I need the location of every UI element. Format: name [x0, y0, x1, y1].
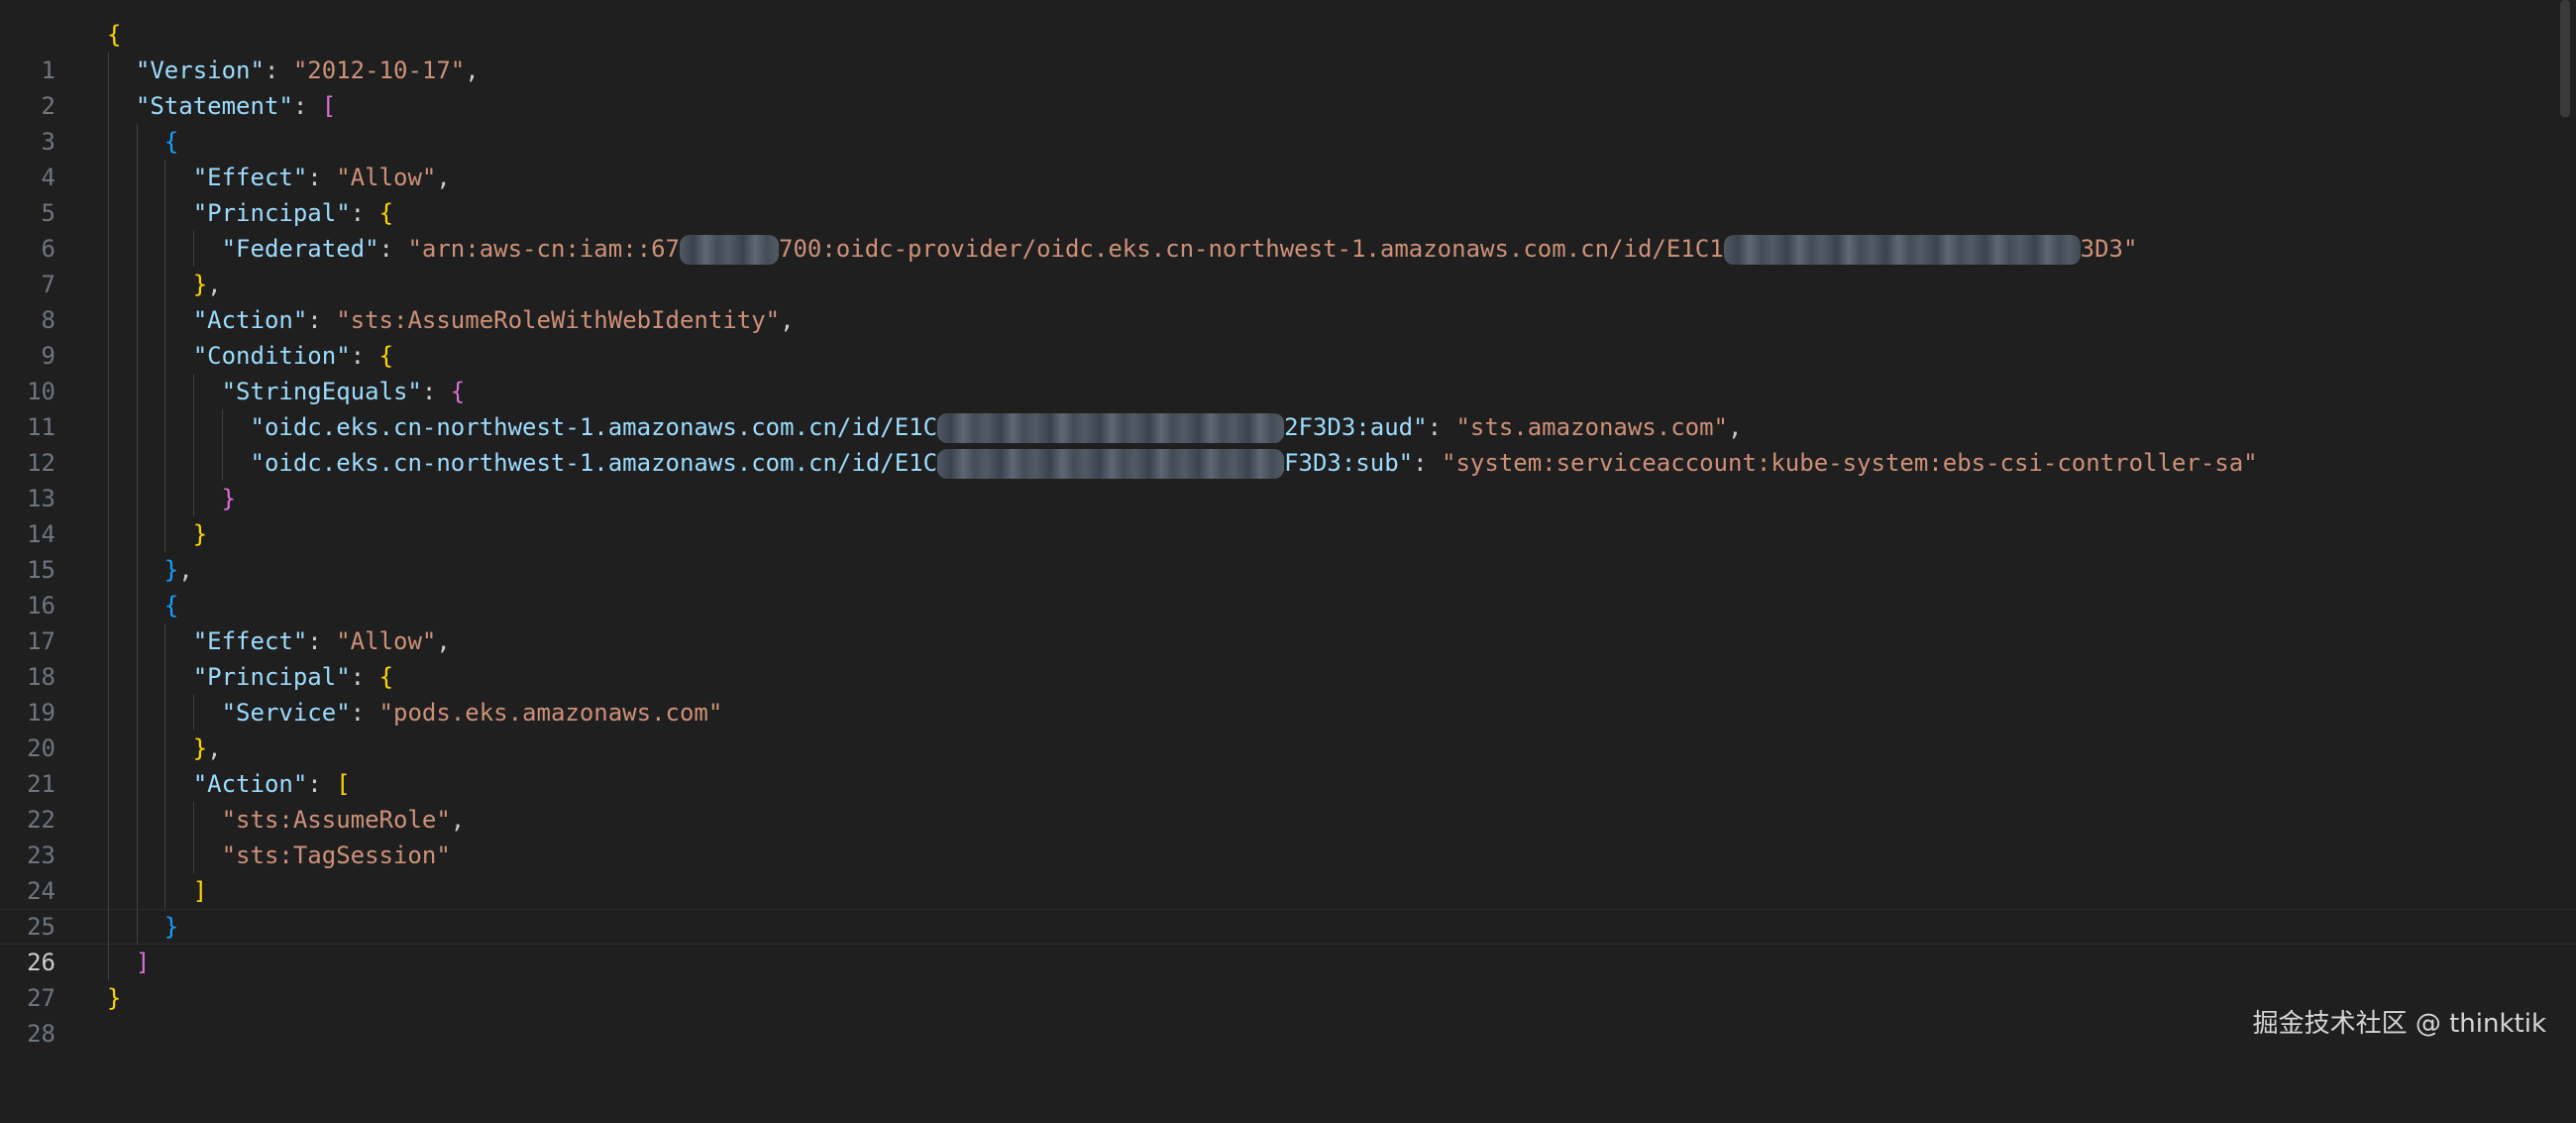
brace: {	[107, 21, 122, 49]
code-line-current[interactable]: 26 }	[0, 909, 2576, 976]
code-line[interactable]: 16 },	[0, 552, 2576, 619]
code-line[interactable]: 19 "Principal": {	[0, 659, 2576, 727]
brace: }	[163, 556, 179, 584]
bracket: [	[321, 92, 337, 120]
redacted-oidc-id	[1723, 235, 2081, 265]
brace: {	[163, 592, 179, 619]
json-key: "Condition"	[192, 342, 351, 370]
json-string: "Allow"	[336, 627, 437, 655]
code-line[interactable]: 23 "sts:AssumeRole",	[0, 802, 2576, 869]
code-line[interactable]: 3 "Statement": [	[0, 88, 2576, 156]
json-key: "Effect"	[192, 164, 308, 191]
json-key: "Action"	[192, 770, 308, 798]
json-string: "sts.amazonaws.com"	[1455, 413, 1729, 441]
code-line[interactable]: 15 }	[0, 516, 2576, 584]
code-line[interactable]: 24 "sts:TagSession"	[0, 838, 2576, 905]
json-key: "Effect"	[192, 627, 308, 655]
json-string: "pods.eks.amazonaws.com"	[378, 699, 723, 727]
brace: }	[107, 984, 122, 1012]
vertical-scrollbar[interactable]	[2560, 0, 2570, 117]
code-line[interactable]: 4 {	[0, 124, 2576, 191]
json-string: 3D3"	[2080, 235, 2138, 263]
json-key: 2F3D3:aud"	[1284, 413, 1428, 441]
brace: {	[163, 128, 179, 156]
json-key: "oidc.eks.cn-northwest-1.amazonaws.com.c…	[250, 449, 938, 477]
json-key: "Action"	[192, 306, 308, 334]
code-line[interactable]: 10 "Condition": {	[0, 338, 2576, 405]
redacted-oidc-id	[937, 449, 1285, 479]
brace: }	[221, 485, 237, 512]
code-line[interactable]: 25 ]	[0, 873, 2576, 941]
brace: {	[378, 199, 394, 227]
json-key: "oidc.eks.cn-northwest-1.amazonaws.com.c…	[250, 413, 938, 441]
json-string: "Allow"	[336, 164, 437, 191]
code-line[interactable]: 9 "Action": "sts:AssumeRoleWithWebIdenti…	[0, 302, 2576, 370]
brace: {	[378, 342, 394, 370]
redacted-account-id	[680, 235, 779, 265]
code-line[interactable]: 20 "Service": "pods.eks.amazonaws.com"	[0, 695, 2576, 762]
code-line[interactable]: 7 "Federated": "arn:aws-cn:iam::67 700:oi…	[0, 231, 2576, 298]
json-string: "2012-10-17"	[292, 56, 466, 84]
json-key: "Federated"	[221, 235, 379, 263]
code-line[interactable]: 1 {	[0, 17, 2576, 84]
code-line[interactable]: 2 "Version": "2012-10-17",	[0, 53, 2576, 120]
code-line[interactable]: 13 "oidc.eks.cn-northwest-1.amazonaws.co…	[0, 445, 2576, 512]
code-line[interactable]: 18 "Effect": "Allow",	[0, 623, 2576, 691]
code-line[interactable]: 12 "oidc.eks.cn-northwest-1.amazonaws.co…	[0, 409, 2576, 477]
json-string: "system:serviceaccount:kube-system:ebs-c…	[1442, 449, 2258, 477]
bracket: [	[336, 770, 351, 798]
json-string: "sts:TagSession"	[221, 842, 451, 869]
code-line[interactable]: 14 }	[0, 481, 2576, 548]
json-key: "Version"	[135, 56, 265, 84]
json-key: "Principal"	[192, 663, 351, 691]
code-line[interactable]: 17 {	[0, 588, 2576, 655]
json-key: "StringEquals"	[221, 378, 422, 405]
watermark: 掘金技术社区 @ thinktik	[2252, 1009, 2546, 1039]
json-key: F3D3:sub"	[1284, 449, 1414, 477]
json-key: "Statement"	[135, 92, 293, 120]
brace: }	[192, 271, 208, 298]
json-key: "Service"	[221, 699, 351, 727]
code-line[interactable]: 5 "Effect": "Allow",	[0, 160, 2576, 227]
code-line[interactable]: 28 }	[0, 980, 2576, 1048]
code-line[interactable]: 22 "Action": [	[0, 766, 2576, 834]
bracket: ]	[192, 877, 208, 905]
brace: {	[378, 663, 394, 691]
redacted-oidc-id	[937, 413, 1285, 443]
brace: }	[192, 734, 208, 762]
code-line[interactable]: 21 },	[0, 730, 2576, 798]
json-string: "arn:aws-cn:iam::67	[407, 235, 680, 263]
code-line[interactable]: 6 "Principal": {	[0, 195, 2576, 263]
line-number: 28	[27, 1020, 55, 1048]
bracket: ]	[135, 949, 151, 976]
json-string: "sts:AssumeRoleWithWebIdentity"	[336, 306, 781, 334]
json-key: "Principal"	[192, 199, 351, 227]
code-line[interactable]: 27 ]	[0, 945, 2576, 1012]
code-editor[interactable]: 1 { 2 "Version": "2012-10-17", 3 "Statem…	[0, 17, 2576, 1048]
brace: }	[163, 913, 179, 941]
json-string: 700:oidc-provider/oidc.eks.cn-northwest-…	[779, 235, 1724, 263]
brace: {	[450, 378, 466, 405]
json-string: "sts:AssumeRole"	[221, 806, 451, 834]
code-line[interactable]: 11 "StringEquals": {	[0, 374, 2576, 441]
brace: }	[192, 520, 208, 548]
code-line[interactable]: 8 },	[0, 267, 2576, 334]
